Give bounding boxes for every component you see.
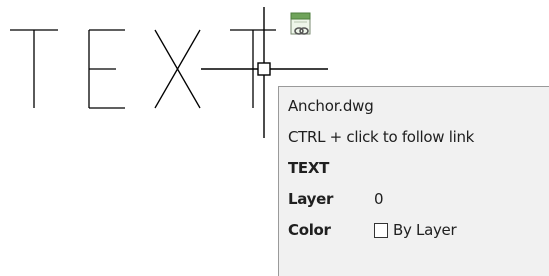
rollover-tooltip: Anchor.dwg CTRL + click to follow link T… <box>278 86 549 276</box>
tooltip-filename[interactable]: Anchor.dwg <box>288 91 549 122</box>
tooltip-object-type: TEXT <box>288 159 330 177</box>
pickbox-icon <box>257 62 271 76</box>
color-swatch-icon <box>374 223 388 238</box>
property-value: By Layer <box>393 221 457 239</box>
hyperlink-icon[interactable] <box>290 12 312 42</box>
tooltip-property-color: Color By Layer <box>288 215 549 246</box>
drawing-canvas[interactable]: Anchor.dwg CTRL + click to follow link T… <box>0 0 549 276</box>
tooltip-hint: CTRL + click to follow link <box>288 128 475 146</box>
property-label: Color <box>288 221 331 239</box>
tooltip-property-layer: Layer 0 <box>288 184 549 215</box>
property-value: 0 <box>374 190 384 208</box>
property-label: Layer <box>288 190 334 208</box>
